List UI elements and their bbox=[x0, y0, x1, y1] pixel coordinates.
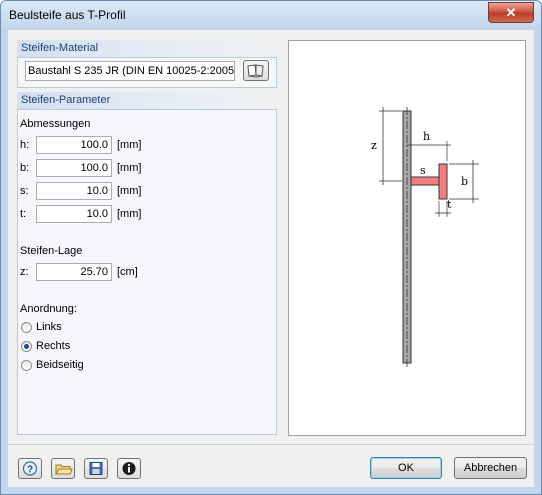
radio-links-label[interactable]: Links bbox=[36, 321, 62, 333]
h-dim-label: h bbox=[423, 130, 430, 143]
dialog-window: Beulsteife aus T-Profil ✕ Steifen-Materi… bbox=[0, 0, 542, 495]
radio-rechts[interactable] bbox=[21, 341, 32, 352]
z-label: z: bbox=[20, 266, 29, 278]
s-label: s: bbox=[20, 185, 29, 197]
dialog-body: Steifen-Material Baustahl S 235 JR (DIN … bbox=[8, 30, 534, 487]
position-label: Steifen-Lage bbox=[20, 245, 83, 257]
s-dim-label: s bbox=[420, 164, 426, 177]
cancel-button[interactable]: Abbrechen bbox=[454, 457, 527, 479]
t-dim-label: t bbox=[447, 198, 452, 211]
radio-rechts-label[interactable]: Rechts bbox=[36, 340, 70, 352]
z-unit: [cm] bbox=[117, 266, 138, 278]
svg-text:?: ? bbox=[27, 465, 33, 476]
help-button[interactable]: ? bbox=[18, 458, 42, 479]
stiffener-web bbox=[410, 176, 440, 186]
t-label: t: bbox=[20, 208, 27, 220]
window-title: Beulsteife aus T-Profil bbox=[9, 8, 126, 22]
stiffener-preview: z h s b t bbox=[288, 40, 526, 436]
radio-beidseitig-label[interactable]: Beidseitig bbox=[36, 359, 84, 371]
save-icon bbox=[89, 462, 103, 475]
s-input[interactable]: 10.0 bbox=[36, 182, 112, 200]
radio-links[interactable] bbox=[21, 322, 32, 333]
s-unit: [mm] bbox=[117, 185, 142, 197]
footer-separator bbox=[8, 444, 534, 445]
left-panel: Steifen-Material Baustahl S 235 JR (DIN … bbox=[17, 40, 277, 435]
parameters-group-header: Steifen-Parameter bbox=[17, 92, 277, 109]
ok-button[interactable]: OK bbox=[370, 457, 442, 479]
stiffener-diagram: z h s b t bbox=[371, 107, 479, 367]
open-folder-icon bbox=[55, 464, 73, 475]
radio-beidseitig[interactable] bbox=[21, 360, 32, 371]
close-icon: ✕ bbox=[505, 5, 517, 20]
t-unit: [mm] bbox=[117, 208, 142, 220]
arrangement-label: Anordnung: bbox=[20, 303, 77, 315]
save-button[interactable] bbox=[84, 458, 108, 479]
dimensions-label: Abmessungen bbox=[20, 118, 91, 130]
b-unit: [mm] bbox=[117, 162, 142, 174]
material-group-header: Steifen-Material bbox=[17, 40, 277, 57]
b-label: b: bbox=[20, 162, 30, 174]
b-dim-label: b bbox=[461, 175, 468, 188]
b-input[interactable]: 100.0 bbox=[36, 159, 112, 177]
open-button[interactable] bbox=[51, 458, 75, 479]
info-button[interactable] bbox=[117, 458, 141, 479]
h-unit: [mm] bbox=[117, 139, 142, 151]
h-label: h: bbox=[20, 139, 30, 151]
material-field[interactable]: Baustahl S 235 JR (DIN EN 10025-2:2005- bbox=[25, 61, 235, 81]
title-bar[interactable]: Beulsteife aus T-Profil ✕ bbox=[1, 1, 541, 30]
info-icon bbox=[122, 462, 136, 475]
book-icon bbox=[247, 64, 264, 78]
stiffener-flange bbox=[438, 163, 448, 200]
material-library-button[interactable] bbox=[243, 60, 269, 81]
close-button[interactable]: ✕ bbox=[488, 2, 534, 23]
t-input[interactable]: 10.0 bbox=[36, 205, 112, 223]
z-dim-label: z bbox=[371, 139, 377, 152]
help-icon: ? bbox=[22, 461, 38, 476]
h-input[interactable]: 100.0 bbox=[36, 136, 112, 154]
z-input[interactable]: 25.70 bbox=[36, 263, 112, 281]
